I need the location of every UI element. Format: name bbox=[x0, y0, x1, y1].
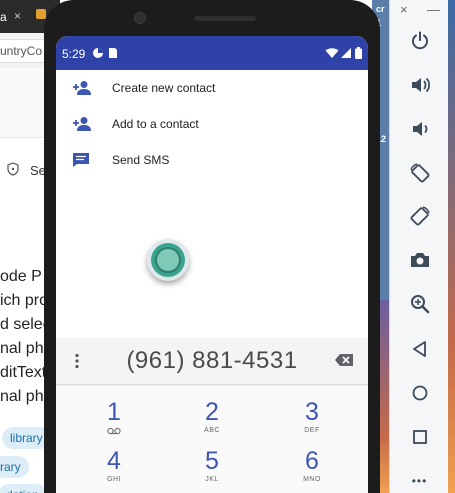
menu-item-add-to-contact[interactable]: Add to a contact bbox=[56, 106, 368, 142]
rotate-left-icon bbox=[409, 163, 429, 183]
key-letters: GHI bbox=[107, 476, 121, 483]
back-icon bbox=[412, 341, 426, 357]
more-options-button[interactable]: ••• bbox=[390, 466, 449, 493]
touch-indicator bbox=[147, 239, 189, 281]
zoom-button[interactable] bbox=[390, 289, 449, 319]
volume-down-icon bbox=[412, 122, 427, 136]
screenshot-button[interactable] bbox=[390, 245, 449, 275]
status-time: 5:29 bbox=[62, 47, 86, 61]
key-digit: 3 bbox=[305, 398, 319, 426]
power-button[interactable] bbox=[390, 26, 449, 56]
tag-chip[interactable]: dation bbox=[0, 484, 47, 493]
touch-indicator-dot bbox=[155, 247, 181, 273]
close-icon[interactable]: × bbox=[14, 9, 21, 23]
add-person-icon bbox=[73, 81, 91, 95]
shield-icon bbox=[7, 162, 19, 176]
browser-tab-title[interactable]: a bbox=[0, 10, 7, 24]
dialpad-key-2[interactable]: 2 ABC bbox=[172, 398, 252, 448]
menu-item-label: Send SMS bbox=[112, 153, 170, 167]
number-actions-menu: Create new contact Add to a contact Send… bbox=[56, 70, 368, 178]
battery-icon bbox=[355, 47, 362, 59]
zoom-in-icon bbox=[410, 295, 429, 314]
key-digit: 4 bbox=[107, 447, 121, 475]
rotate-right-button[interactable] bbox=[390, 201, 449, 231]
dialpad-key-4[interactable]: 4 GHI bbox=[74, 447, 154, 493]
minimize-icon[interactable]: — bbox=[427, 2, 440, 17]
wifi-icon bbox=[325, 48, 339, 58]
phone-screen: 5:29 Create new contact Add to a contact… bbox=[56, 36, 368, 493]
sim-card-icon bbox=[109, 48, 117, 58]
key-digit: 2 bbox=[205, 398, 219, 426]
backspace-icon[interactable] bbox=[334, 353, 354, 367]
signal-icon bbox=[341, 48, 351, 58]
emulator-toolbar: × — ••• bbox=[389, 0, 448, 493]
voicemail-icon bbox=[107, 427, 121, 435]
phone-device: 5:29 Create new contact Add to a contact… bbox=[44, 0, 380, 493]
add-person-icon bbox=[73, 117, 91, 131]
touch-indicator-ring bbox=[151, 243, 185, 277]
home-icon bbox=[412, 385, 427, 401]
key-letters: ABC bbox=[204, 427, 220, 434]
close-icon[interactable]: × bbox=[400, 2, 408, 17]
camera-icon bbox=[410, 253, 429, 267]
dialpad: 1 2 ABC 3 DEF 4 GHI 5 JKL 6 MNO bbox=[56, 386, 368, 493]
dialpad-key-5[interactable]: 5 JKL bbox=[172, 447, 252, 493]
phone-bezel bbox=[44, 0, 380, 36]
menu-item-send-sms[interactable]: Send SMS bbox=[56, 142, 368, 178]
volume-up-button[interactable] bbox=[390, 70, 449, 100]
dialpad-key-3[interactable]: 3 DEF bbox=[272, 398, 352, 448]
desktop-wallpaper bbox=[448, 0, 455, 493]
menu-item-label: Create new contact bbox=[112, 81, 216, 95]
dialed-number-bar: (961) 881-4531 bbox=[56, 339, 368, 385]
dialed-number[interactable]: (961) 881-4531 bbox=[56, 347, 368, 375]
tag-chip[interactable]: rary bbox=[0, 456, 29, 478]
menu-item-create-contact[interactable]: Create new contact bbox=[56, 70, 368, 106]
volume-up-icon bbox=[411, 77, 430, 93]
key-digit: 6 bbox=[305, 447, 319, 475]
key-letters: MNO bbox=[303, 476, 321, 483]
message-icon bbox=[73, 153, 89, 167]
dialpad-key-1[interactable]: 1 bbox=[74, 398, 154, 448]
camera-lens-icon bbox=[134, 12, 146, 24]
key-digit: 1 bbox=[107, 398, 121, 426]
rotate-left-button[interactable] bbox=[390, 158, 449, 188]
menu-item-label: Add to a contact bbox=[112, 117, 199, 131]
overview-button[interactable] bbox=[390, 422, 449, 452]
dialpad-key-6[interactable]: 6 MNO bbox=[272, 447, 352, 493]
key-digit: 5 bbox=[205, 447, 219, 475]
volume-down-button[interactable] bbox=[390, 114, 449, 144]
home-button[interactable] bbox=[390, 378, 449, 408]
status-bar: 5:29 bbox=[56, 36, 368, 70]
power-icon bbox=[411, 31, 428, 50]
back-button[interactable] bbox=[390, 334, 449, 364]
overview-icon bbox=[412, 430, 427, 444]
key-letters: JKL bbox=[205, 476, 219, 483]
key-letters: DEF bbox=[304, 427, 320, 434]
pie-chart-icon bbox=[93, 48, 103, 58]
speaker-grille bbox=[194, 16, 256, 21]
rotate-right-icon bbox=[410, 206, 430, 226]
